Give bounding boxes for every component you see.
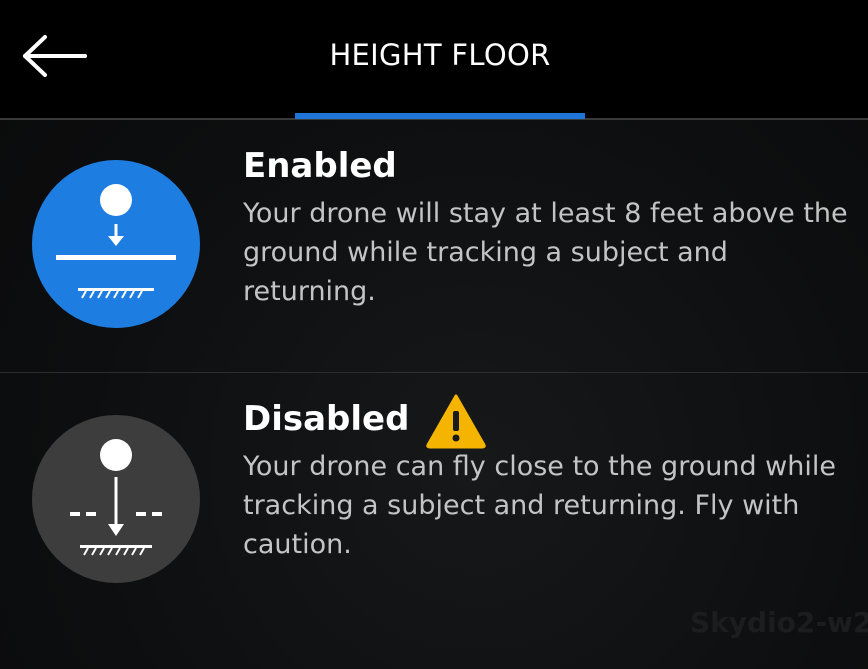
option-description: Your drone will stay at least 8 feet abo… <box>243 198 848 307</box>
page-title: HEIGHT FLOOR <box>329 38 551 72</box>
height-floor-screen: HEIGHT FLOOR Enabled Your drone will sta… <box>0 0 868 669</box>
title-underline <box>295 113 585 119</box>
height-floor-disabled-icon <box>32 415 200 583</box>
option-title: Enabled <box>243 146 397 186</box>
header: HEIGHT FLOOR <box>0 0 868 120</box>
option-title: Disabled <box>243 399 410 439</box>
option-description: Your drone can fly close to the ground w… <box>243 451 836 560</box>
warning-icon <box>426 394 486 449</box>
height-floor-enabled-icon <box>32 160 200 328</box>
watermark: Skydio2-w2 <box>690 606 868 639</box>
option-enabled[interactable]: Enabled Your drone will stay at least 8 … <box>0 120 868 372</box>
